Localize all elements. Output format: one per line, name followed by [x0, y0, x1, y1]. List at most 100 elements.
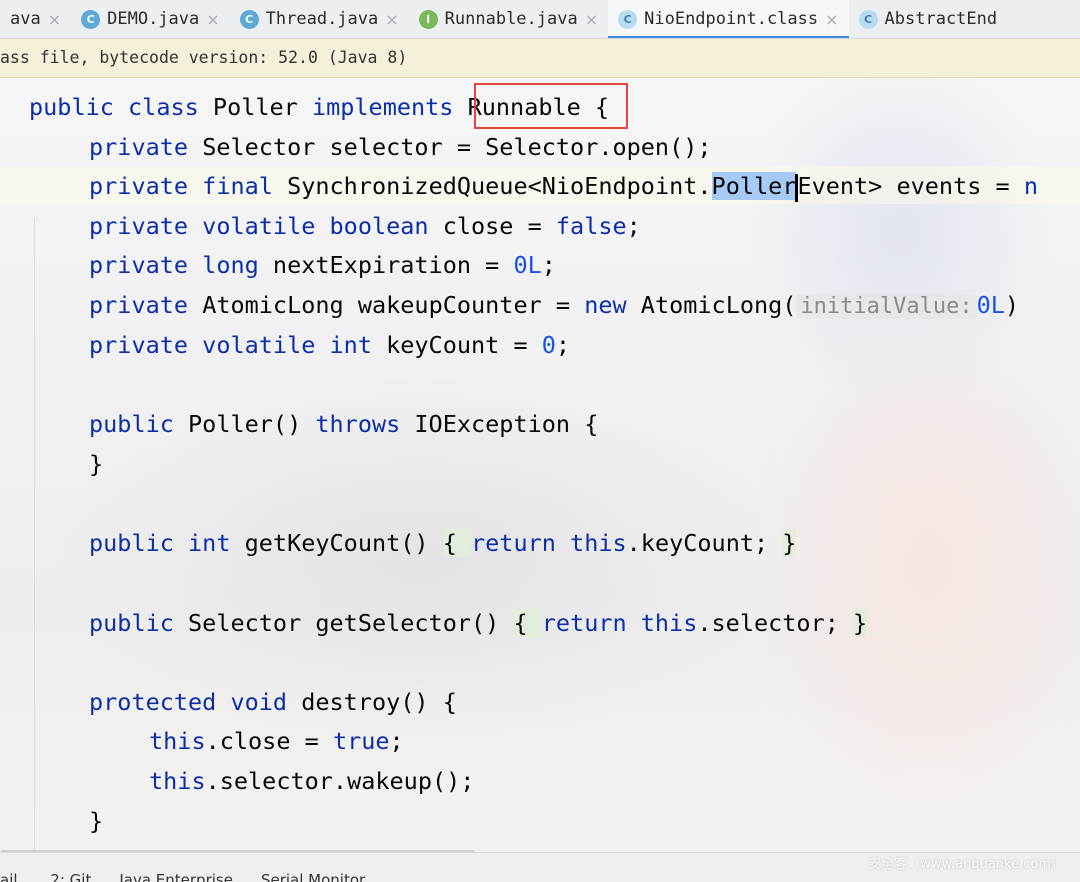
code-line-constructor: public Poller() throws IOException {	[89, 407, 598, 441]
code-text: nextExpiration =	[258, 251, 514, 279]
keyword: return this	[541, 609, 698, 637]
code-text: IOException {	[400, 410, 599, 438]
code-text: ;	[626, 212, 641, 240]
tab-abstractendpoint[interactable]: C AbstractEnd	[849, 0, 1008, 38]
code-line-getkeycount: public int getKeyCount() { return this.k…	[89, 526, 797, 560]
editor-tab-bar: ava × C DEMO.java × C Thread.java × I Ru…	[0, 0, 1080, 39]
code-text: Poller()	[173, 410, 316, 438]
keyword: throws	[315, 410, 401, 438]
close-icon[interactable]: ×	[206, 10, 219, 29]
tab-nioendpoint-class[interactable]: C NioEndpoint.class ×	[608, 0, 849, 38]
keyword: return this	[471, 529, 627, 557]
interface-icon: I	[418, 9, 438, 29]
folded-region: }	[853, 609, 868, 637]
identifier: Poller	[198, 93, 312, 121]
tab-label: DEMO.java	[107, 9, 200, 29]
keyword: private	[89, 133, 189, 161]
tool-window-java-enterprise[interactable]: Java Enterprise	[119, 871, 233, 882]
keyword: public	[89, 609, 174, 637]
code-text: ;	[541, 251, 556, 279]
tab-java-file[interactable]: ava ×	[0, 0, 71, 38]
code-text: Selector getSelector()	[173, 609, 514, 637]
code-text: }	[89, 807, 104, 835]
keyword: public class	[29, 93, 199, 121]
selected-word: Poller	[711, 172, 797, 200]
class-icon: C	[858, 9, 878, 29]
code-line-selector-wakeup: this.selector.wakeup();	[149, 764, 474, 798]
keyword: private final	[89, 172, 273, 200]
code-line-getselector: public Selector getSelector() { return t…	[89, 606, 868, 640]
code-line-events-field: private final SynchronizedQueue<NioEndpo…	[89, 169, 1038, 203]
tab-label: Thread.java	[265, 9, 379, 29]
parameter-hint: initialValue:	[796, 294, 977, 319]
code-line-keycount-field: private volatile int keyCount = 0;	[89, 328, 570, 362]
highlight-annotation-box	[474, 83, 628, 129]
code-text: }	[89, 450, 104, 478]
keyword: implements	[311, 93, 454, 121]
number-literal: 0L	[976, 291, 1005, 319]
folded-region: {	[513, 609, 542, 637]
code-text: .selector.wakeup();	[205, 767, 475, 795]
code-line-destroy: protected void destroy() {	[89, 685, 457, 719]
code-text: Selector selector = Selector.open();	[188, 133, 712, 161]
keyword: protected void	[89, 688, 288, 716]
class-icon: C	[618, 9, 638, 29]
keyword: n	[1023, 172, 1038, 200]
keyword: private volatile boolean	[89, 212, 429, 240]
code-text: Event> events =	[797, 172, 1024, 200]
code-text: destroy() {	[287, 688, 457, 716]
keyword: new	[584, 291, 627, 319]
code-text: AtomicLong(	[626, 291, 797, 319]
code-text: getKeyCount()	[230, 529, 443, 557]
tab-runnable-java[interactable]: I Runnable.java ×	[409, 0, 608, 38]
code-text: ;	[389, 727, 404, 755]
keyword: this	[149, 767, 206, 795]
keyword: this	[149, 727, 206, 755]
code-text: ;	[555, 331, 571, 359]
tab-thread-java[interactable]: C Thread.java ×	[230, 0, 409, 38]
code-text: .close =	[205, 727, 333, 755]
tab-label: Runnable.java	[444, 9, 578, 29]
tab-label: ava	[10, 9, 41, 29]
keyword: private volatile int	[89, 331, 372, 359]
code-editor[interactable]: public class Poller implements Runnable …	[0, 78, 1080, 850]
keyword: private long	[89, 251, 259, 279]
tab-label: AbstractEnd	[884, 9, 998, 29]
close-icon[interactable]: ×	[48, 10, 61, 29]
tool-window-item[interactable]: ajl.	[0, 871, 22, 882]
folded-region: }	[782, 529, 797, 557]
code-line-selector-field: private Selector selector = Selector.ope…	[89, 130, 712, 164]
code-text: .keyCount;	[626, 529, 783, 557]
decompiled-class-info-bar: ass file, bytecode version: 52.0 (Java 8…	[0, 39, 1080, 78]
code-text: AtomicLong wakeupCounter =	[188, 291, 585, 319]
number-literal: 0	[541, 331, 556, 359]
tool-window-git[interactable]: 2: Git	[50, 871, 91, 882]
code-line-wakeupcounter-field: private AtomicLong wakeupCounter = new A…	[89, 288, 1019, 322]
code-line-close-assignment: this.close = true;	[149, 724, 404, 758]
code-line-closing-brace: }	[89, 804, 103, 838]
code-line-nextexpiration-field: private long nextExpiration = 0L;	[89, 248, 556, 282]
indent-guide	[34, 218, 35, 850]
code-line-close-field: private volatile boolean close = false;	[89, 209, 641, 243]
code-text: close =	[428, 212, 556, 240]
keyword: public int	[89, 529, 231, 557]
code-line-closing-brace: }	[89, 447, 103, 481]
close-icon[interactable]: ×	[585, 10, 598, 29]
keyword: private	[89, 291, 189, 319]
close-icon[interactable]: ×	[825, 10, 838, 29]
close-icon[interactable]: ×	[385, 10, 398, 29]
tool-window-serial-monitor[interactable]: Serial Monitor	[261, 871, 365, 882]
number-literal: 0L	[513, 251, 542, 279]
tab-label: NioEndpoint.class	[644, 9, 819, 29]
code-text: SynchronizedQueue<NioEndpoint.	[272, 172, 712, 200]
class-icon: C	[239, 9, 259, 29]
keyword: true	[332, 727, 390, 755]
keyword: public	[89, 410, 174, 438]
code-text: keyCount =	[371, 331, 542, 359]
folded-region: {	[442, 529, 472, 557]
keyword: false	[555, 212, 627, 240]
watermark: 安全客（www.anquanke.com）	[868, 857, 1064, 872]
code-text: )	[1004, 291, 1020, 319]
tab-demo-java[interactable]: C DEMO.java ×	[71, 0, 230, 38]
code-text: .selector;	[697, 609, 854, 637]
